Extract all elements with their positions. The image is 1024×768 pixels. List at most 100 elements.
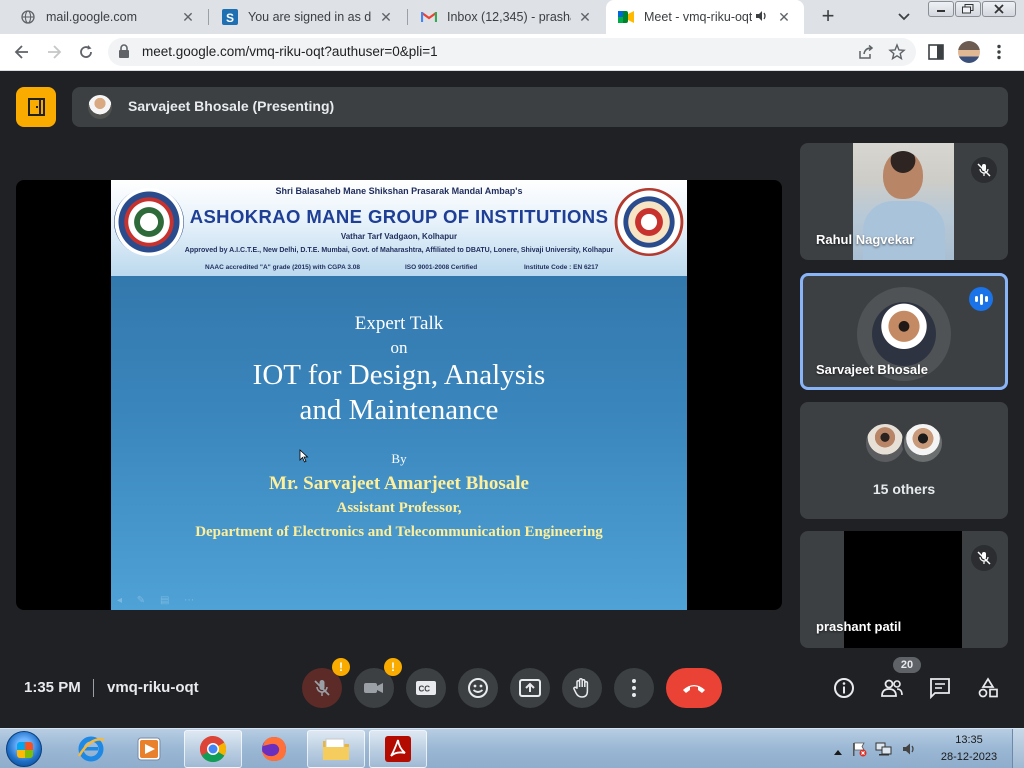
participant-avatar [902, 422, 944, 464]
tab-title: Meet - vmq-riku-oqt [644, 10, 752, 24]
tab-meet[interactable]: Meet - vmq-riku-oqt ✕ [606, 0, 804, 34]
file-explorer-icon[interactable] [307, 730, 365, 768]
bookmark-star-icon[interactable] [888, 43, 906, 66]
slide-title-line2: and Maintenance [299, 394, 499, 426]
windows-taskbar: 13:35 28-12-2023 [0, 728, 1024, 768]
more-vert-icon [632, 679, 636, 697]
new-tab-button[interactable]: + [816, 5, 840, 29]
chrome-menu-icon[interactable] [996, 44, 1002, 65]
close-tab-icon[interactable]: ✕ [577, 9, 593, 25]
slide-institution: ASHOKRAO MANE GROUP OF INSTITUTIONS [189, 206, 609, 227]
reload-button[interactable] [74, 40, 98, 64]
screen: mail.google.com ✕ S You are signed in as… [0, 0, 1024, 768]
slide-speaker: Mr. Sarvajeet Amarjeet Bhosale [269, 473, 529, 494]
tab-title: mail.google.com [46, 10, 138, 24]
emoji-reactions-button[interactable] [458, 668, 498, 708]
others-count-label: 15 others [872, 481, 936, 497]
minimize-button[interactable] [928, 1, 954, 17]
omnibox[interactable]: meet.google.com/vmq-riku-oqt?authuser=0&… [108, 38, 916, 66]
raise-hand-icon [573, 678, 589, 698]
tab-title: You are signed in as dme [248, 10, 372, 24]
close-tab-icon[interactable]: ✕ [378, 9, 394, 25]
slide-by: By [391, 451, 407, 466]
back-button[interactable] [10, 40, 34, 64]
action-center-flag-icon[interactable] [851, 741, 867, 762]
camera-toggle-button[interactable]: ! [354, 658, 402, 708]
captions-button[interactable]: CC [406, 668, 446, 708]
close-window-button[interactable] [982, 1, 1016, 17]
presenter-avatar [88, 95, 112, 119]
info-icon [834, 678, 854, 698]
tab-mail[interactable]: mail.google.com ✕ [8, 0, 208, 34]
profile-avatar[interactable] [958, 41, 980, 63]
restore-button[interactable] [955, 1, 981, 17]
slide-role: Assistant Professor, [336, 500, 462, 516]
internet-explorer-icon[interactable] [62, 730, 120, 768]
closed-captions-icon: CC [416, 681, 436, 695]
tab-inbox[interactable]: Inbox (12,345) - prashant ✕ [409, 0, 605, 34]
tab-audio-icon[interactable] [754, 9, 770, 25]
side-panel-icon[interactable] [928, 44, 944, 65]
acrobat-icon[interactable] [369, 730, 427, 768]
participant-name: Rahul Nagvekar [816, 232, 915, 247]
people-button[interactable] [880, 676, 904, 700]
browser-tab-bar: mail.google.com ✕ S You are signed in as… [0, 0, 1024, 34]
tab-signed-in[interactable]: S You are signed in as dme ✕ [210, 0, 406, 34]
camera-off-icon [364, 683, 383, 693]
others-tile[interactable]: 15 others [800, 402, 1008, 519]
tab-search-icon[interactable] [894, 6, 914, 26]
show-desktop-button[interactable] [1012, 729, 1024, 768]
forward-button[interactable] [42, 40, 66, 64]
participant-name: prashant patil [816, 619, 902, 634]
presenter-bar: Sarvajeet Bhosale (Presenting) [72, 87, 1008, 127]
raise-hand-button[interactable] [562, 668, 602, 708]
lock-icon[interactable] [118, 44, 130, 63]
activities-button[interactable] [976, 676, 1000, 700]
slide-header: Shri Balasaheb Mane Shikshan Prasarak Ma… [111, 180, 687, 276]
slide-institute-code: Institute Code : EN 6217 [524, 264, 599, 271]
participant-tile[interactable]: Rahul Nagvekar [800, 143, 1008, 260]
slide-iso: ISO 9001-2008 Certified [405, 264, 478, 271]
mouse-cursor-icon [299, 449, 309, 463]
firefox-icon[interactable] [245, 730, 303, 768]
leave-call-button[interactable] [666, 668, 722, 708]
presentation-stage[interactable]: Shri Balasaheb Mane Shikshan Prasarak Ma… [16, 180, 782, 610]
meeting-details-button[interactable] [832, 676, 856, 700]
slide-expert-talk: Expert Talk [354, 313, 444, 334]
mic-off-icon [314, 680, 330, 696]
participant-tile[interactable]: prashant patil [800, 531, 1008, 648]
more-options-button[interactable] [614, 668, 654, 708]
present-screen-button[interactable] [510, 668, 550, 708]
close-tab-icon[interactable]: ✕ [180, 9, 196, 25]
network-icon[interactable] [875, 741, 893, 762]
show-hidden-icons[interactable] [833, 743, 843, 761]
presentation-slide: Shri Balasaheb Mane Shikshan Prasarak Ma… [111, 180, 687, 610]
media-player-icon[interactable] [120, 730, 178, 768]
meeting-time: 1:35 PM [24, 679, 81, 696]
share-icon[interactable] [858, 44, 874, 65]
close-tab-icon[interactable]: ✕ [776, 9, 792, 25]
exit-presentation-button[interactable] [16, 87, 56, 127]
slideshow-toolbar[interactable]: ◂ ✎ ▤ ⋯ [117, 595, 200, 606]
svg-text:S: S [226, 11, 234, 25]
slide-department: Department of Electronics and Telecommun… [195, 524, 603, 540]
start-button[interactable] [6, 731, 42, 767]
divider [93, 679, 94, 697]
slide-address: Vathar Tarf Vadgaon, Kolhapur [340, 232, 458, 241]
participant-tile-active-speaker[interactable]: Sarvajeet Bhosale [800, 273, 1008, 390]
volume-icon[interactable] [901, 741, 917, 762]
chrome-icon[interactable] [184, 730, 242, 768]
chat-button[interactable] [928, 676, 952, 700]
microphone-toggle-button[interactable]: ! [302, 658, 350, 708]
taskbar-clock-date[interactable]: 28-12-2023 [934, 751, 1004, 763]
url-text[interactable]: meet.google.com/vmq-riku-oqt?authuser=0&… [142, 44, 438, 59]
camera-warning-badge: ! [384, 658, 402, 676]
participant-count-badge: 20 [893, 657, 921, 673]
tab-divider [407, 9, 408, 25]
door-icon [28, 98, 45, 116]
slide-naac: NAAC accredited "A" grade (2015) with CG… [205, 264, 360, 271]
meet-icon [618, 9, 634, 25]
slide-on: on [390, 338, 408, 357]
taskbar-clock-time[interactable]: 13:35 [940, 734, 998, 746]
smiley-icon [468, 678, 488, 698]
